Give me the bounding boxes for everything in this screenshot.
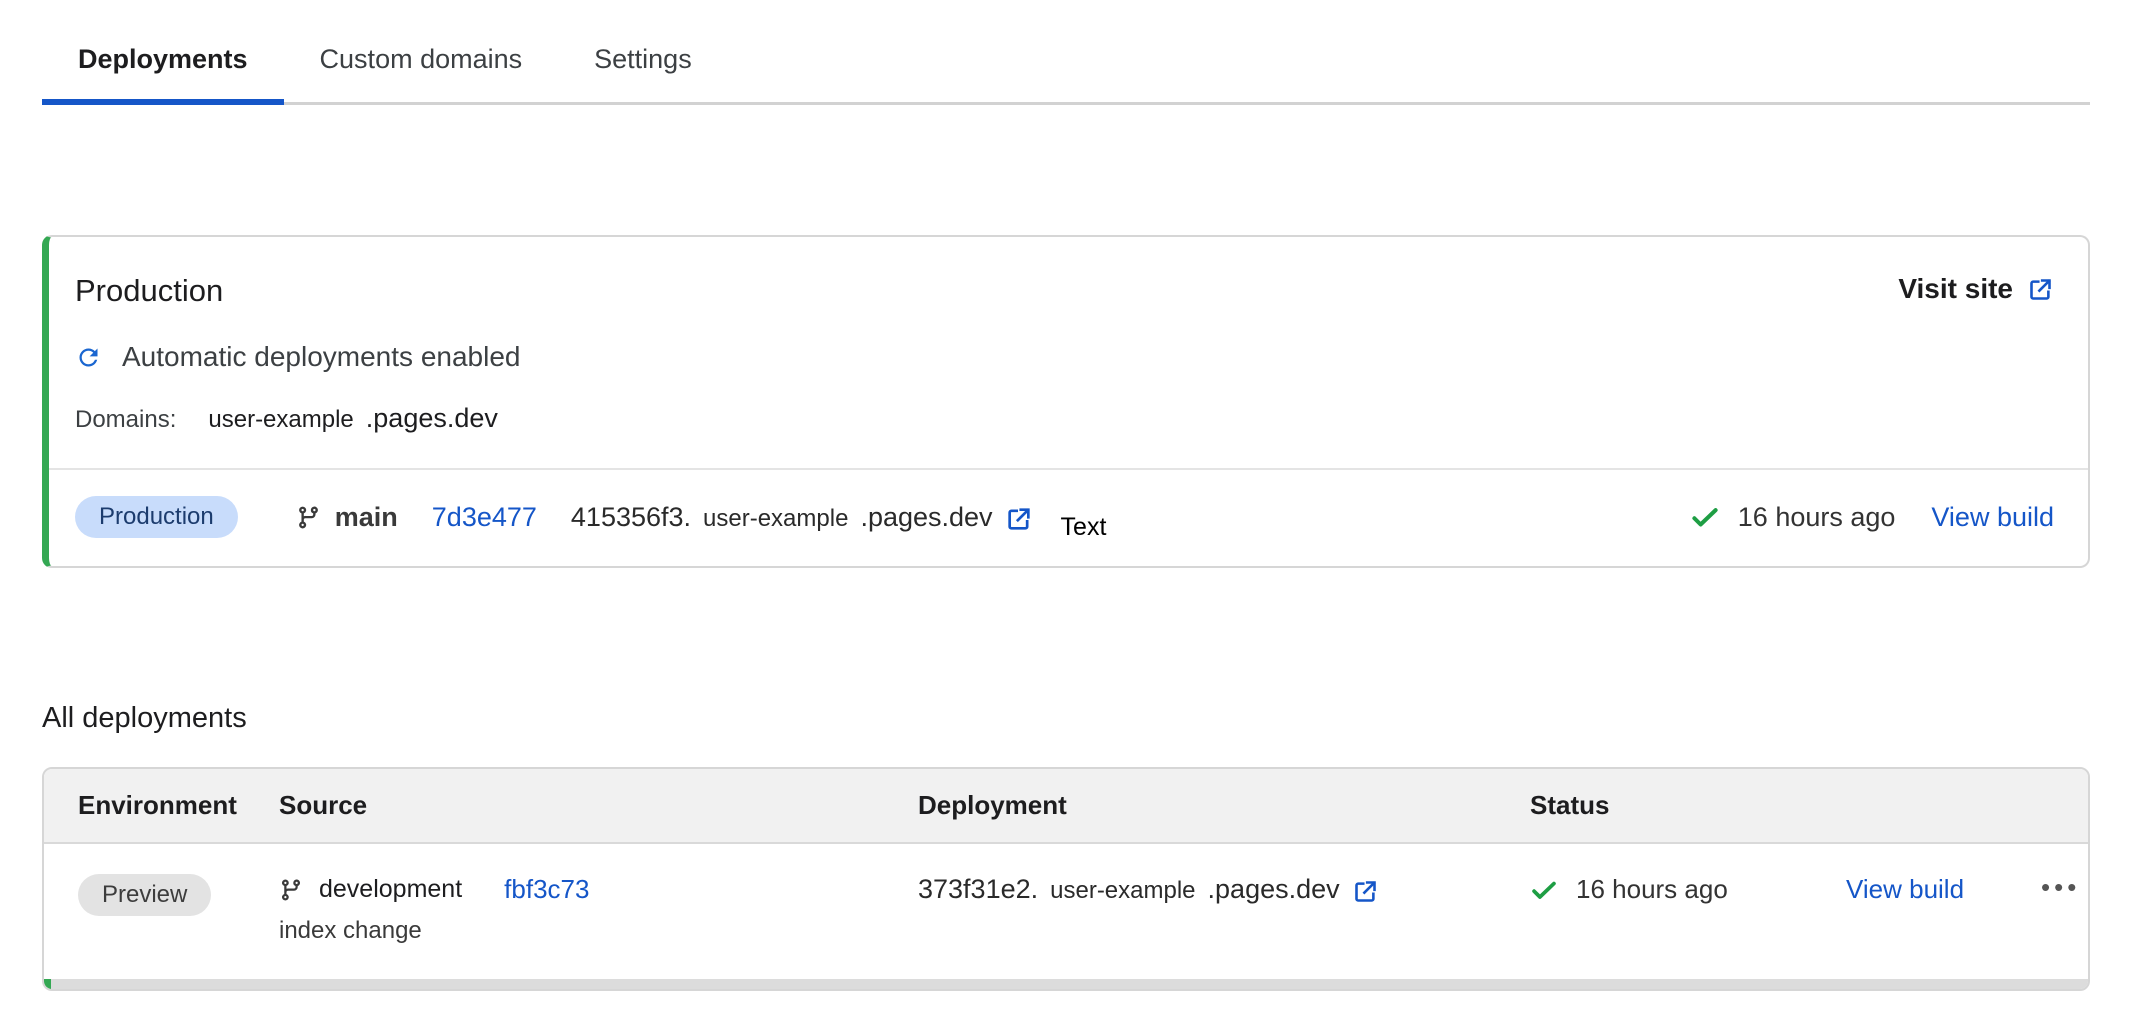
visit-site-label: Visit site [1898, 273, 2013, 305]
all-deployments-title: All deployments [42, 702, 2090, 735]
branch-name: development [319, 875, 462, 904]
status-cell: 16 hours ago [1530, 874, 1846, 905]
tab-settings[interactable]: Settings [558, 14, 728, 105]
domains-row: Domains: user-example .pages.dev [75, 403, 2088, 434]
visit-site-link[interactable]: Visit site [1898, 273, 2054, 305]
deployment-url-link[interactable]: 415356f3. user-example .pages.dev [571, 502, 1033, 533]
external-link-icon [1005, 505, 1033, 533]
column-header-status: Status [1530, 790, 1846, 821]
check-icon [1530, 876, 1558, 904]
environment-cell: Preview [44, 874, 273, 916]
deployment-url-name: user-example [703, 505, 848, 533]
check-icon [1690, 502, 1720, 532]
view-build-link[interactable]: View build [1931, 502, 2054, 533]
external-link-icon [1352, 878, 1379, 905]
pages-project-panel: Deployments Custom domains Settings Prod… [0, 14, 2132, 991]
deployment-url-name: user-example [1050, 877, 1195, 905]
column-header-environment: Environment [44, 790, 273, 821]
tab-deployments[interactable]: Deployments [42, 14, 284, 105]
domain-suffix: .pages.dev [366, 403, 498, 434]
view-build-cell: View build [1846, 874, 2041, 905]
branch-group: main [296, 502, 398, 533]
view-build-link[interactable]: View build [1846, 874, 1964, 904]
commit-link[interactable]: 7d3e477 [432, 502, 537, 533]
deployment-url-link[interactable]: 373f31e2. user-example .pages.dev [918, 874, 1530, 905]
column-header-deployment: Deployment [918, 790, 1530, 821]
deployment-url-suffix: .pages.dev [1208, 874, 1340, 905]
source-cell: development fbf3c73 index change [273, 874, 918, 945]
table-header-row: Environment Source Deployment Status [44, 769, 2088, 844]
production-row-status: 16 hours ago View build [1690, 502, 2054, 533]
domain-name: user-example [208, 406, 353, 434]
deployment-cell: 373f31e2. user-example .pages.dev [918, 874, 1530, 905]
refresh-icon [75, 344, 102, 371]
source-branch-line: development fbf3c73 [279, 874, 918, 905]
table-row: Preview development fbf3c73 index change… [44, 844, 2088, 979]
text-annotation: Text [1061, 513, 1107, 542]
tab-custom-domains[interactable]: Custom domains [284, 14, 559, 105]
deployment-time: 16 hours ago [1738, 502, 1896, 533]
domains-label: Domains: [75, 406, 176, 434]
external-link-icon [2027, 276, 2054, 303]
deployments-table: Environment Source Deployment Status Pre… [42, 767, 2090, 991]
column-header-source: Source [273, 790, 918, 821]
deployment-url-suffix: .pages.dev [860, 502, 992, 533]
deployment-url-hash: 415356f3. [571, 502, 691, 533]
auto-deployments-row: Automatic deployments enabled [75, 341, 2088, 373]
git-branch-icon [296, 505, 321, 530]
auto-deployments-text: Automatic deployments enabled [122, 341, 520, 373]
tab-bar: Deployments Custom domains Settings [42, 14, 2090, 105]
production-deployment-row: Production main 7d3e477 415356f3. user-e… [49, 470, 2088, 566]
environment-badge-production: Production [75, 496, 238, 538]
row-menu-cell: ••• [2041, 874, 2088, 901]
production-title: Production [75, 273, 223, 309]
commit-message: index change [279, 917, 918, 945]
git-branch-icon [279, 878, 303, 902]
environment-badge-preview: Preview [78, 874, 211, 916]
commit-link[interactable]: fbf3c73 [504, 874, 589, 905]
deployment-url-hash: 373f31e2. [918, 874, 1038, 905]
ellipsis-menu-icon[interactable]: ••• [2041, 864, 2080, 902]
branch-name: main [335, 502, 398, 533]
next-row-partial [44, 979, 2088, 989]
production-card: Production Visit site Automatic deploym [42, 235, 2090, 568]
deployment-time: 16 hours ago [1576, 874, 1728, 905]
production-card-header: Production Visit site [49, 237, 2088, 309]
